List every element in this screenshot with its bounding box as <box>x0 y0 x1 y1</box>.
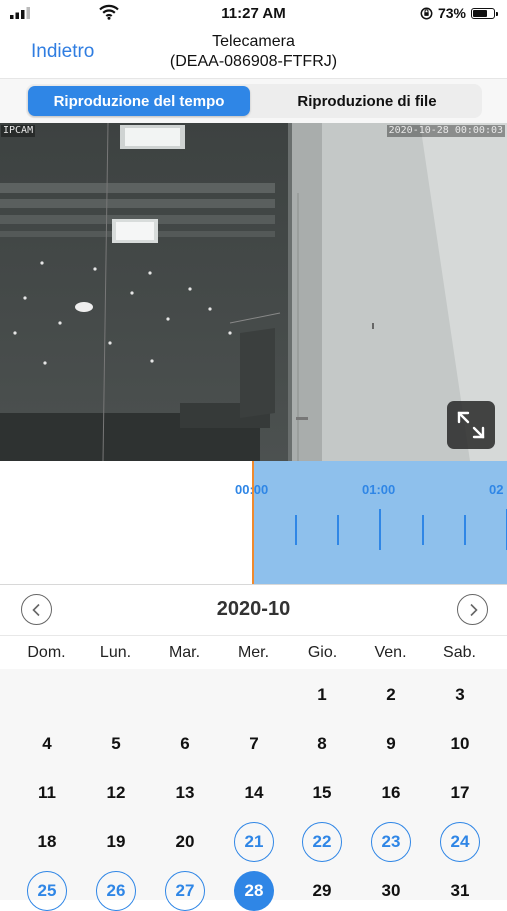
calendar-day[interactable]: 3 <box>440 675 480 715</box>
calendar-header: 2020-10 <box>0 585 507 636</box>
playback-timeline[interactable]: 00:00 01:00 02 <box>0 461 507 585</box>
calendar-day[interactable]: 18 <box>27 822 67 862</box>
status-bar: 11:27 AM 73% <box>0 0 507 28</box>
video-timestamp: 2020-10-28 00:00:03 <box>386 125 505 137</box>
timeline-tick <box>295 515 297 545</box>
weekday-label: Sab. <box>443 644 476 661</box>
calendar-day[interactable]: 19 <box>96 822 136 862</box>
calendar-day[interactable]: 25 <box>27 871 67 911</box>
title-camera-label: Telecamera <box>212 33 295 50</box>
battery-percent: 73% <box>437 5 466 21</box>
calendar-day[interactable]: 20 <box>165 822 205 862</box>
calendar-day[interactable]: 29 <box>302 871 342 911</box>
timeline-label: 01:00 <box>362 482 396 497</box>
calendar-day[interactable]: 11 <box>27 773 67 813</box>
weekday-label: Ven. <box>374 644 407 661</box>
weekday-header: Dom. Lun. Mar. Mer. Gio. Ven. Sab. <box>0 636 507 669</box>
calendar-day[interactable]: 21 <box>234 822 274 862</box>
calendar-day[interactable]: 24 <box>440 822 480 862</box>
calendar-day[interactable]: 2 <box>371 675 411 715</box>
calendar-day[interactable]: 8 <box>302 724 342 764</box>
page-title: Telecamera (DEAA-086908-FTFRJ) <box>0 32 507 72</box>
battery-icon <box>471 7 498 19</box>
video-player[interactable]: IPCAM 2020-10-28 00:00:03 <box>0 123 507 461</box>
calendar-day[interactable]: 17 <box>440 773 480 813</box>
calendar-day[interactable]: 4 <box>27 724 67 764</box>
expand-icon <box>457 411 485 439</box>
calendar-day[interactable]: 12 <box>96 773 136 813</box>
nav-bar: Indietro Telecamera (DEAA-086908-FTFRJ) <box>0 28 507 79</box>
title-device-id: (DEAA-086908-FTFRJ) <box>169 53 338 70</box>
timeline-tick <box>379 509 381 550</box>
camera-label: IPCAM <box>1 125 36 137</box>
timeline-playhead[interactable] <box>252 461 254 584</box>
timeline-tick <box>337 515 339 545</box>
playback-mode-bar: Riproduzione del tempo Riproduzione di f… <box>0 79 507 124</box>
calendar-day[interactable]: 9 <box>371 724 411 764</box>
calendar-day[interactable]: 16 <box>371 773 411 813</box>
calendar-day[interactable]: 5 <box>96 724 136 764</box>
rotation-lock-icon <box>420 7 433 19</box>
calendar-day[interactable]: 10 <box>440 724 480 764</box>
camera-frame <box>0 123 507 461</box>
weekday-label: Mar. <box>168 644 201 661</box>
calendar-grid: 1 2 3 4 5 6 7 8 9 10 11 12 13 14 15 16 17 18 19 20 21 22 23 24 2… <box>0 669 507 911</box>
weekday-label: Lun. <box>99 644 132 661</box>
chevron-right-icon <box>469 603 478 616</box>
fullscreen-button[interactable] <box>447 401 495 449</box>
calendar-day[interactable]: 30 <box>371 871 411 911</box>
weekday-label: Dom. <box>27 644 66 661</box>
calendar-day[interactable]: 14 <box>234 773 274 813</box>
calendar-day[interactable]: 7 <box>234 724 274 764</box>
calendar-day[interactable]: 1 <box>302 675 342 715</box>
timeline-label: 02 <box>489 482 504 497</box>
timeline-tick <box>422 515 424 545</box>
next-month-button[interactable] <box>457 594 488 625</box>
calendar-day[interactable]: 22 <box>302 822 342 862</box>
calendar-day[interactable]: 13 <box>165 773 205 813</box>
calendar-day[interactable]: 31 <box>440 871 480 911</box>
tab-file-playback[interactable]: Riproduzione di file <box>254 86 480 116</box>
weekday-label: Mer. <box>237 644 270 661</box>
calendar-month: 2020-10 <box>216 598 291 620</box>
weekday-label: Gio. <box>307 644 338 661</box>
calendar-day-selected[interactable]: 28 <box>234 871 274 911</box>
calendar-day[interactable]: 27 <box>165 871 205 911</box>
calendar-day[interactable]: 15 <box>302 773 342 813</box>
calendar-day[interactable]: 26 <box>96 871 136 911</box>
playback-mode-segment: Riproduzione del tempo Riproduzione di f… <box>26 84 482 118</box>
timeline-tick <box>464 515 466 545</box>
tab-time-playback[interactable]: Riproduzione del tempo <box>28 86 250 116</box>
calendar-day[interactable]: 23 <box>371 822 411 862</box>
calendar-day[interactable]: 6 <box>165 724 205 764</box>
